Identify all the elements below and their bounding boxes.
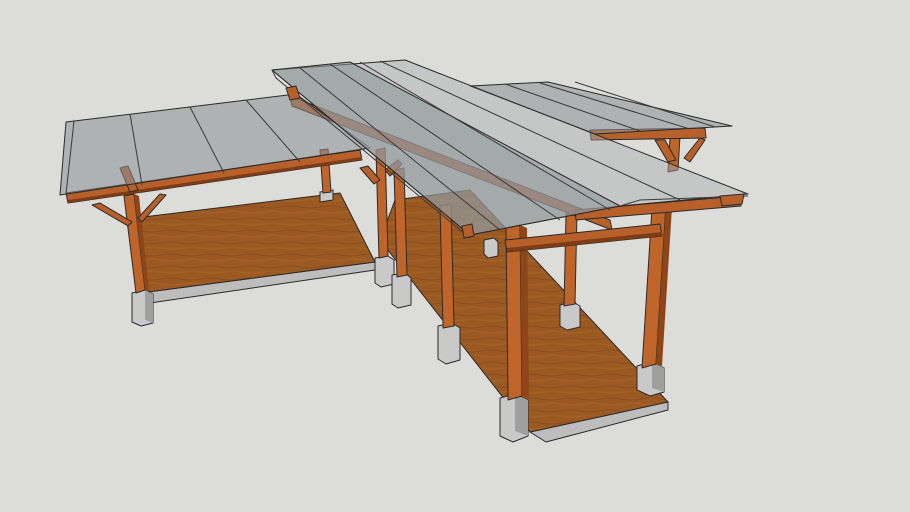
model-viewport[interactable]	[0, 0, 910, 512]
footing-right-front	[636, 361, 665, 397]
footing-front-main	[499, 393, 529, 443]
cross-beam-front	[504, 223, 663, 253]
footing-center-1	[374, 255, 395, 288]
footing-mid-small	[483, 237, 499, 259]
footing-left-front	[131, 289, 154, 327]
timber-pavilion-render	[59, 59, 749, 443]
footing-center-3	[437, 322, 461, 365]
footing-right-1	[559, 301, 581, 331]
left-wing-deck	[134, 192, 376, 304]
post-right-1	[563, 211, 578, 307]
footing-center-2	[391, 272, 412, 309]
